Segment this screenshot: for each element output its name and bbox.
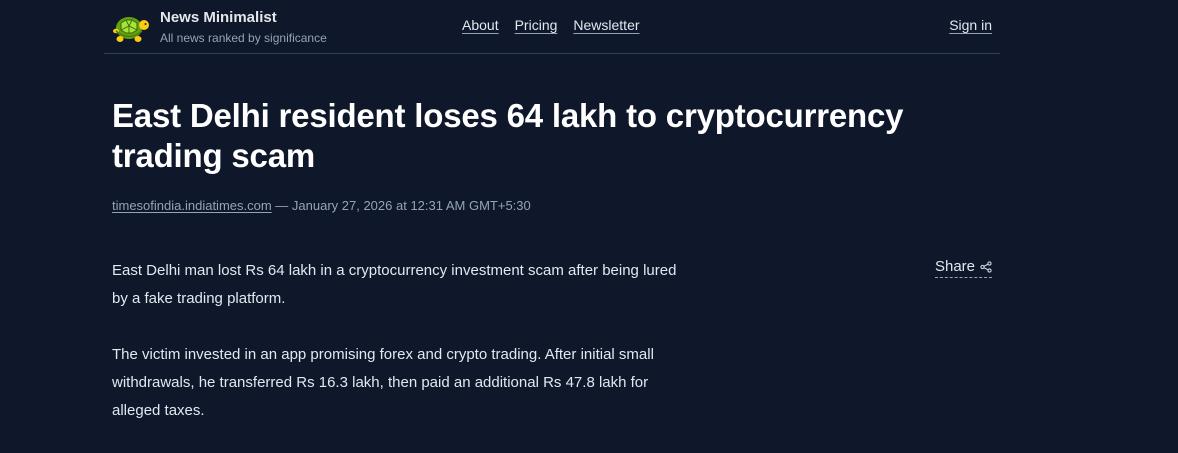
nav-newsletter-link[interactable]: Newsletter bbox=[573, 16, 639, 34]
nav-about-link[interactable]: About bbox=[462, 16, 499, 34]
article-title: East Delhi resident loses 64 lakh to cry… bbox=[112, 97, 904, 174]
article-date: — January 27, 2026 at 12:31 AM GMT+5:30 bbox=[271, 198, 531, 213]
brand-link[interactable]: News Minimalist All news ranked by signi… bbox=[112, 9, 327, 46]
brand-tagline: All news ranked by significance bbox=[160, 31, 327, 45]
share-button[interactable]: Share bbox=[934, 258, 992, 278]
brand-name: News Minimalist bbox=[160, 9, 277, 26]
article-paragraph: East Delhi man lost Rs 64 lakh in a cryp… bbox=[112, 262, 677, 307]
turtle-logo-icon bbox=[113, 16, 149, 42]
main-nav: About Pricing Newsletter bbox=[462, 16, 640, 34]
source-link[interactable]: timesofindia.indiatimes.com bbox=[112, 198, 272, 213]
brand-text: News Minimalist All news ranked by signi… bbox=[160, 9, 327, 46]
article-body: East Delhi man lost Rs 64 lakh in a cryp… bbox=[112, 257, 692, 453]
sign-in-link[interactable]: Sign in bbox=[949, 16, 992, 34]
share-label: Share bbox=[934, 258, 975, 275]
site-header: News Minimalist All news ranked by signi… bbox=[104, 0, 1000, 54]
article-paragraph: The victim invested in an app promising … bbox=[112, 346, 654, 419]
article-meta: timesofindia.indiatimes.com — January 27… bbox=[112, 197, 531, 215]
share-icon bbox=[980, 260, 992, 273]
page-container: News Minimalist All news ranked by signi… bbox=[104, 0, 1000, 419]
nav-pricing-link[interactable]: Pricing bbox=[515, 16, 558, 34]
